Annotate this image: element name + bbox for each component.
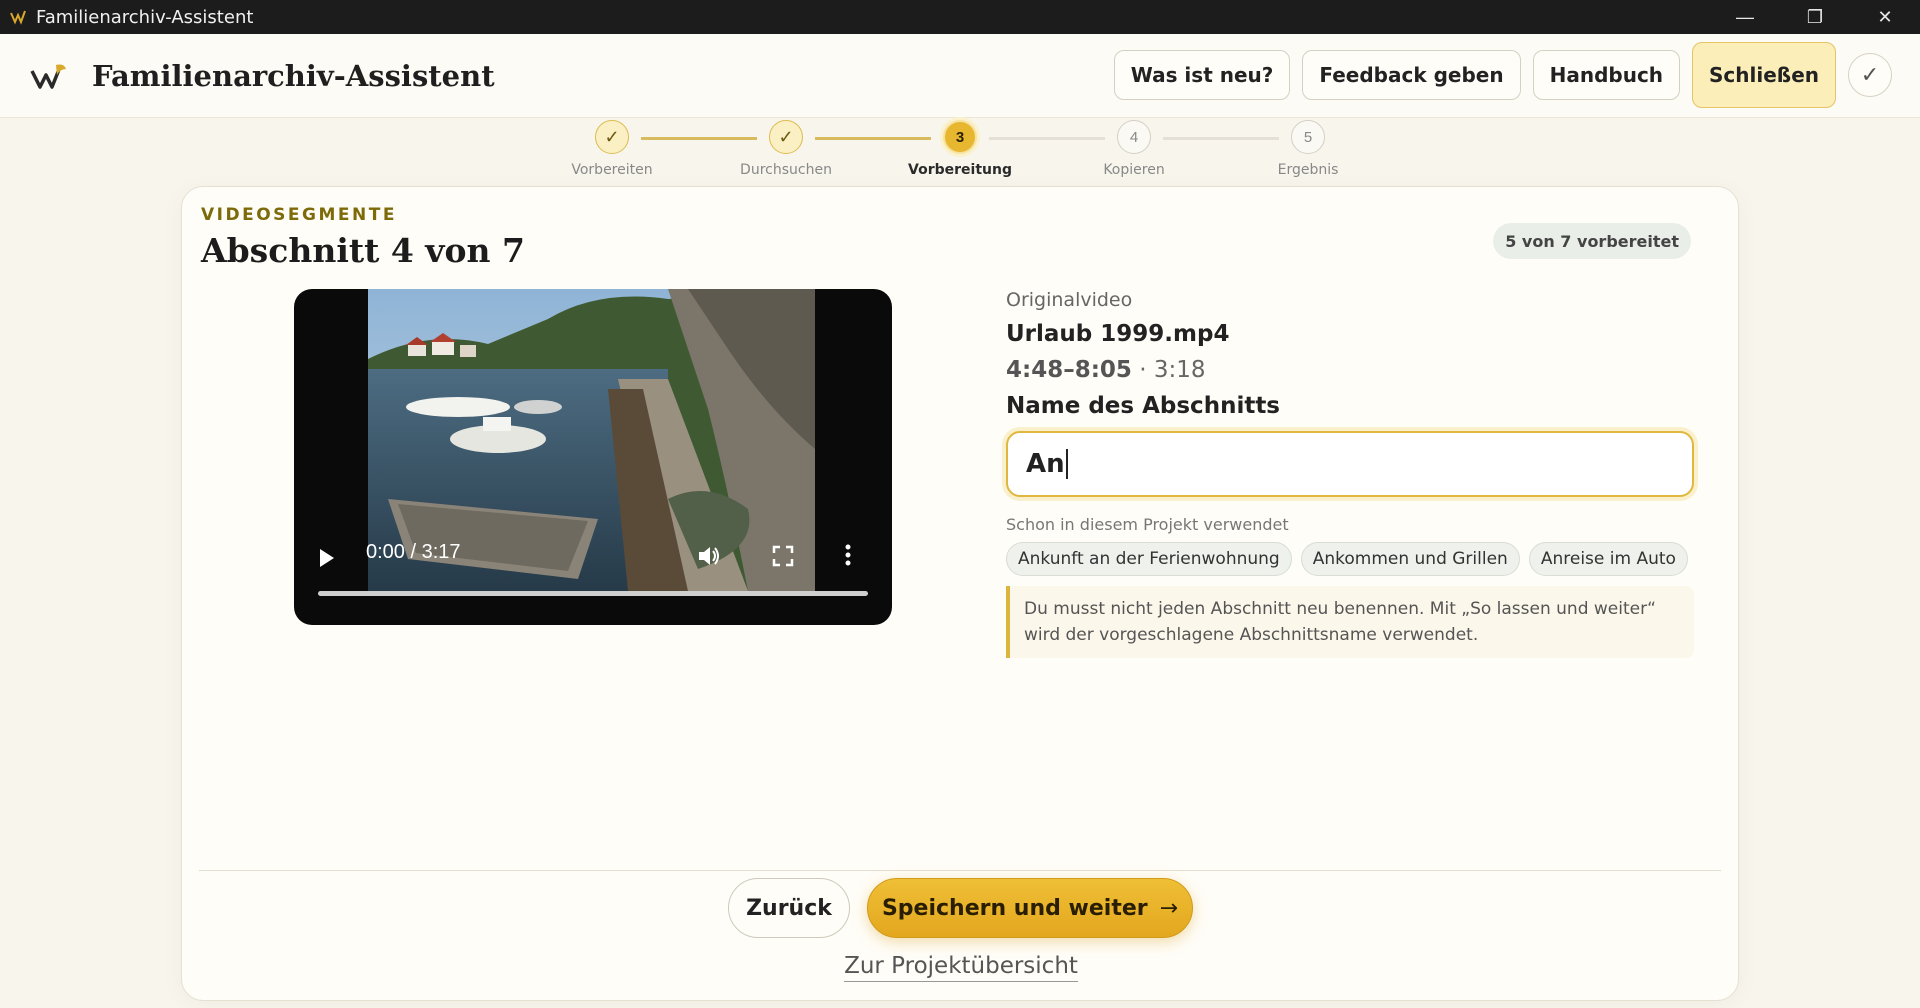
save-and-continue-button[interactable]: Speichern und weiter →	[867, 878, 1193, 938]
hint-box: Du musst nicht jeden Abschnitt neu benen…	[1006, 586, 1694, 658]
segment-range: 4:48–8:05 · 3:18	[1006, 357, 1696, 383]
video-progress-bar[interactable]	[318, 591, 868, 596]
step-ergebnis: 5 Ergebnis	[1238, 120, 1378, 178]
progress-stepper: ✓ Vorbereiten ✓ Durchsuchen 3 Vorbereitu…	[0, 120, 1920, 180]
suggestion-chip[interactable]: Anreise im Auto	[1528, 542, 1688, 576]
status-badge: 5 von 7 vorbereitet	[1493, 223, 1691, 259]
segment-name-input[interactable]: An	[1006, 431, 1694, 497]
segment-timecode: 4:48–8:05	[1006, 357, 1132, 383]
video-filename: Urlaub 1999.mp4	[1006, 321, 1230, 347]
app-logo-icon	[10, 9, 26, 25]
suggestion-chip[interactable]: Ankommen und Grillen	[1300, 542, 1520, 576]
step-number: 3	[943, 120, 977, 154]
step-check-icon: ✓	[769, 120, 803, 154]
step-kopieren: 4 Kopieren	[1064, 120, 1204, 178]
fullscreen-icon[interactable]	[772, 545, 794, 567]
step-durchsuchen: ✓ Durchsuchen	[716, 120, 856, 178]
back-button[interactable]: Zurück	[728, 878, 850, 938]
step-number: 4	[1117, 120, 1151, 154]
step-label: Kopieren	[1103, 162, 1165, 178]
section-eyebrow: VIDEOSEGMENTE	[201, 205, 397, 225]
step-check-icon: ✓	[595, 120, 629, 154]
restore-button[interactable]: ❐	[1780, 0, 1850, 34]
feedback-button[interactable]: Feedback geben	[1302, 50, 1521, 100]
step-vorbereiten: ✓ Vorbereiten	[542, 120, 682, 178]
close-window-button[interactable]: ✕	[1850, 0, 1920, 34]
window-title: Familienarchiv-Assistent	[36, 6, 254, 28]
segment-info: Originalvideo Urlaub 1999.mp4 4:48–8:05 …	[1006, 289, 1696, 658]
segment-name-value: An	[1026, 449, 1065, 479]
page-title: Abschnitt 4 von 7	[201, 231, 525, 270]
play-icon[interactable]	[318, 547, 336, 569]
video-time: 0:00 / 3:17	[366, 541, 461, 563]
whats-new-button[interactable]: Was ist neu?	[1113, 50, 1291, 100]
original-video-label: Originalvideo	[1006, 289, 1133, 311]
minimize-button[interactable]: —	[1710, 0, 1780, 34]
app-name: Familienarchiv-Assistent	[92, 58, 495, 93]
used-names-label: Schon in diesem Projekt verwendet	[1006, 515, 1289, 534]
step-label: Vorbereiten	[571, 162, 653, 178]
step-label: Ergebnis	[1277, 162, 1339, 178]
arrow-right-icon: →	[1159, 895, 1179, 921]
step-vorbereitung: 3 Vorbereitung	[890, 120, 1030, 178]
save-and-continue-label: Speichern und weiter	[881, 895, 1148, 921]
step-label: Vorbereitung	[908, 162, 1012, 178]
step-label: Durchsuchen	[740, 162, 832, 178]
project-overview-link[interactable]: Zur Projektübersicht	[844, 953, 1078, 982]
footer-divider	[199, 870, 1721, 871]
segment-name-label: Name des Abschnitts	[1006, 393, 1281, 419]
app-header: Familienarchiv-Assistent Was ist neu? Fe…	[0, 34, 1920, 118]
text-cursor	[1065, 449, 1068, 479]
volume-icon[interactable]	[696, 543, 722, 569]
segment-duration: · 3:18	[1131, 357, 1206, 383]
archive-logo-icon	[30, 64, 66, 89]
window-titlebar: Familienarchiv-Assistent — ❐ ✕	[0, 0, 1920, 34]
step-number: 5	[1291, 120, 1325, 154]
more-options-icon[interactable]	[844, 543, 852, 567]
segment-card: VIDEOSEGMENTE Abschnitt 4 von 7 5 von 7 …	[181, 186, 1739, 1001]
overview-link-row: Zur Projektübersicht	[182, 953, 1740, 982]
check-icon[interactable]: ✓	[1848, 53, 1892, 97]
suggestion-chips: Ankunft an der Ferienwohnung Ankommen un…	[1006, 542, 1696, 576]
manual-button[interactable]: Handbuch	[1532, 50, 1681, 100]
close-app-button[interactable]: Schließen	[1692, 42, 1836, 108]
video-player[interactable]: 0:00 / 3:17	[294, 289, 892, 625]
suggestion-chip[interactable]: Ankunft an der Ferienwohnung	[1006, 542, 1292, 576]
